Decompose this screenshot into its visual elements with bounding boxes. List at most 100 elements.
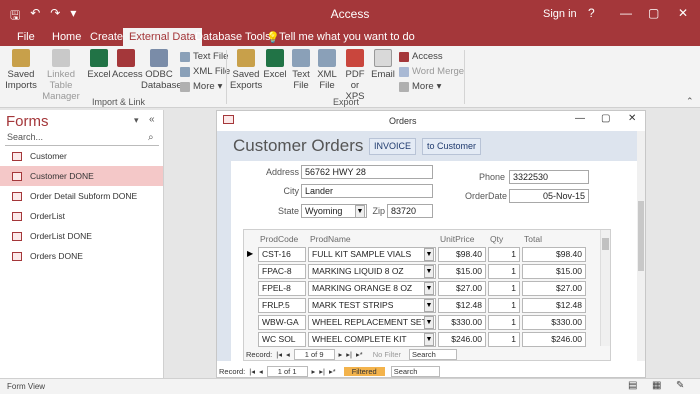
form-record-position[interactable]: 1 of 1 bbox=[266, 365, 308, 377]
tell-me-search[interactable]: Tell me what you want to do bbox=[279, 31, 415, 43]
nav-item-customer-done[interactable]: Customer DONE bbox=[0, 166, 163, 186]
table-row[interactable]: FRLP.5 MARK TEST STRIPS ▼ $12.48 1 $12.4… bbox=[244, 298, 604, 315]
export-email-button[interactable]: Email bbox=[370, 49, 396, 80]
tab-file[interactable]: File bbox=[17, 31, 35, 43]
phone-field[interactable]: 3322530 bbox=[509, 170, 589, 184]
zip-field[interactable]: 83720 bbox=[387, 204, 433, 218]
import-excel-button[interactable]: Excel bbox=[87, 49, 111, 80]
prodname-dropdown-icon[interactable]: ▼ bbox=[424, 333, 434, 346]
nav-pane-title[interactable]: Forms bbox=[6, 113, 49, 130]
unitprice-cell[interactable]: $15.00 bbox=[438, 264, 486, 279]
nav-item-orderlist-done[interactable]: OrderList DONE bbox=[0, 226, 163, 246]
city-field[interactable]: Lander bbox=[301, 184, 433, 198]
sign-in-link[interactable]: Sign in bbox=[543, 8, 577, 20]
invoice-button[interactable]: INVOICE bbox=[369, 138, 417, 155]
table-row[interactable]: WBW-GA WHEEL REPLACEMENT SET ▼ $330.00 1… bbox=[244, 315, 604, 332]
help-button[interactable]: ? bbox=[588, 6, 595, 20]
import-xml-file-button[interactable]: XML File bbox=[180, 66, 230, 77]
subform-record-position[interactable]: 1 of 9 bbox=[293, 348, 335, 360]
form-view-icon[interactable]: ▤ bbox=[628, 380, 637, 391]
export-pdf-button[interactable]: PDF or XPS bbox=[341, 49, 369, 102]
form-close-button[interactable]: ✕ bbox=[628, 113, 636, 124]
design-view-icon[interactable]: ✎ bbox=[676, 380, 684, 391]
form-restore-button[interactable]: ▢ bbox=[601, 113, 610, 124]
restore-button[interactable]: ▢ bbox=[648, 6, 659, 20]
prodname-cell[interactable]: FULL KIT SAMPLE VIALS bbox=[308, 247, 436, 262]
odbc-database-button[interactable]: ODBC Database bbox=[141, 49, 182, 91]
form-filter-indicator[interactable]: Filtered bbox=[343, 366, 385, 376]
last-record-icon[interactable]: ▸| bbox=[346, 350, 352, 359]
orderdate-field[interactable]: 05-Nov-15 bbox=[509, 189, 589, 203]
prodcode-cell[interactable]: FPEL-8 bbox=[258, 281, 306, 296]
prodcode-cell[interactable]: CST-16 bbox=[258, 247, 306, 262]
qty-cell[interactable]: 1 bbox=[488, 298, 520, 313]
state-dropdown-icon[interactable]: ▼ bbox=[355, 205, 365, 218]
prev-record-icon[interactable]: ◂ bbox=[259, 367, 263, 376]
unitprice-cell[interactable]: $330.00 bbox=[438, 315, 486, 330]
shutter-bar-icon[interactable]: « bbox=[149, 114, 155, 125]
qty-cell[interactable]: 1 bbox=[488, 281, 520, 296]
first-record-icon[interactable]: |◂ bbox=[249, 367, 255, 376]
nav-item-orders-done[interactable]: Orders DONE bbox=[0, 246, 163, 266]
tab-home[interactable]: Home bbox=[52, 31, 81, 43]
nav-item-order-detail-subform-done[interactable]: Order Detail Subform DONE bbox=[0, 186, 163, 206]
prodcode-cell[interactable]: WC SOL bbox=[258, 332, 306, 347]
subform-vertical-scrollbar[interactable] bbox=[600, 230, 610, 346]
form-minimize-button[interactable]: — bbox=[575, 113, 585, 124]
collapse-ribbon-icon[interactable]: ⌃ bbox=[686, 96, 694, 107]
unitprice-cell[interactable]: $12.48 bbox=[438, 298, 486, 313]
prodname-dropdown-icon[interactable]: ▼ bbox=[424, 282, 434, 295]
tab-create[interactable]: Create bbox=[90, 31, 123, 43]
unitprice-cell[interactable]: $98.40 bbox=[438, 247, 486, 262]
import-text-file-button[interactable]: Text File bbox=[180, 51, 228, 62]
prodname-cell[interactable]: MARKING LIQUID 8 OZ bbox=[308, 264, 436, 279]
table-row[interactable]: ▶ CST-16 FULL KIT SAMPLE VIALS ▼ $98.40 … bbox=[244, 247, 604, 264]
nav-item-customer[interactable]: Customer bbox=[0, 146, 163, 166]
subform-filter-indicator[interactable]: No Filter bbox=[373, 350, 401, 359]
table-row[interactable]: FPAC-8 MARKING LIQUID 8 OZ ▼ $15.00 1 $1… bbox=[244, 264, 604, 281]
prodname-dropdown-icon[interactable]: ▼ bbox=[424, 265, 434, 278]
address-field[interactable]: 56762 HWY 28 bbox=[301, 165, 433, 179]
prodcode-cell[interactable]: FRLP.5 bbox=[258, 298, 306, 313]
export-excel-button[interactable]: Excel bbox=[263, 49, 287, 80]
form-search-input[interactable]: Search bbox=[390, 365, 441, 377]
word-merge-button[interactable]: Word Merge bbox=[399, 66, 464, 77]
scrollbar-thumb[interactable] bbox=[602, 238, 609, 250]
prodname-dropdown-icon[interactable]: ▼ bbox=[424, 299, 434, 312]
layout-view-icon[interactable]: ▦ bbox=[652, 380, 661, 391]
import-more-button[interactable]: More ▾ bbox=[180, 81, 222, 92]
prodcode-cell[interactable]: WBW-GA bbox=[258, 315, 306, 330]
export-xml-file-button[interactable]: XML File bbox=[316, 49, 338, 91]
tab-external-data[interactable]: External Data bbox=[123, 28, 202, 46]
prodname-cell[interactable]: MARK TEST STRIPS bbox=[308, 298, 436, 313]
table-row[interactable]: WC SOL WHEEL COMPLETE KIT ▼ $246.00 1 $2… bbox=[244, 332, 604, 349]
new-record-icon[interactable]: ▸* bbox=[356, 350, 363, 359]
new-record-icon[interactable]: ▸* bbox=[329, 367, 336, 376]
export-text-file-button[interactable]: Text File bbox=[289, 49, 313, 91]
search-icon[interactable]: ⌕ bbox=[148, 132, 154, 143]
prodname-dropdown-icon[interactable]: ▼ bbox=[424, 248, 434, 261]
qty-cell[interactable]: 1 bbox=[488, 264, 520, 279]
qty-cell[interactable]: 1 bbox=[488, 247, 520, 262]
qty-cell[interactable]: 1 bbox=[488, 332, 520, 347]
import-access-button[interactable]: Access bbox=[112, 49, 143, 80]
linked-table-manager-button[interactable]: Linked Table Manager bbox=[37, 49, 85, 102]
minimize-button[interactable]: — bbox=[620, 6, 632, 20]
prodname-cell[interactable]: WHEEL REPLACEMENT SET bbox=[308, 315, 436, 330]
prodname-dropdown-icon[interactable]: ▼ bbox=[424, 316, 434, 329]
prev-record-icon[interactable]: ◂ bbox=[286, 350, 290, 359]
tab-database-tools[interactable]: Database Tools bbox=[195, 31, 271, 43]
unitprice-cell[interactable]: $27.00 bbox=[438, 281, 486, 296]
next-record-icon[interactable]: ▸ bbox=[339, 350, 343, 359]
nav-search-input[interactable]: Search... bbox=[5, 132, 159, 146]
export-more-button[interactable]: More ▾ bbox=[399, 81, 441, 92]
record-selector-bar[interactable] bbox=[217, 161, 231, 361]
prodname-cell[interactable]: WHEEL COMPLETE KIT bbox=[308, 332, 436, 347]
subform-search-input[interactable]: Search bbox=[409, 348, 457, 360]
form-vertical-scrollbar[interactable] bbox=[637, 131, 645, 361]
prodcode-cell[interactable]: FPAC-8 bbox=[258, 264, 306, 279]
table-row[interactable]: FPEL-8 MARKING ORANGE 8 OZ ▼ $27.00 1 $2… bbox=[244, 281, 604, 298]
nav-menu-icon[interactable]: ▾ bbox=[134, 115, 139, 126]
form-scrollbar-thumb[interactable] bbox=[638, 201, 644, 271]
saved-imports-button[interactable]: Saved Imports bbox=[4, 49, 38, 91]
